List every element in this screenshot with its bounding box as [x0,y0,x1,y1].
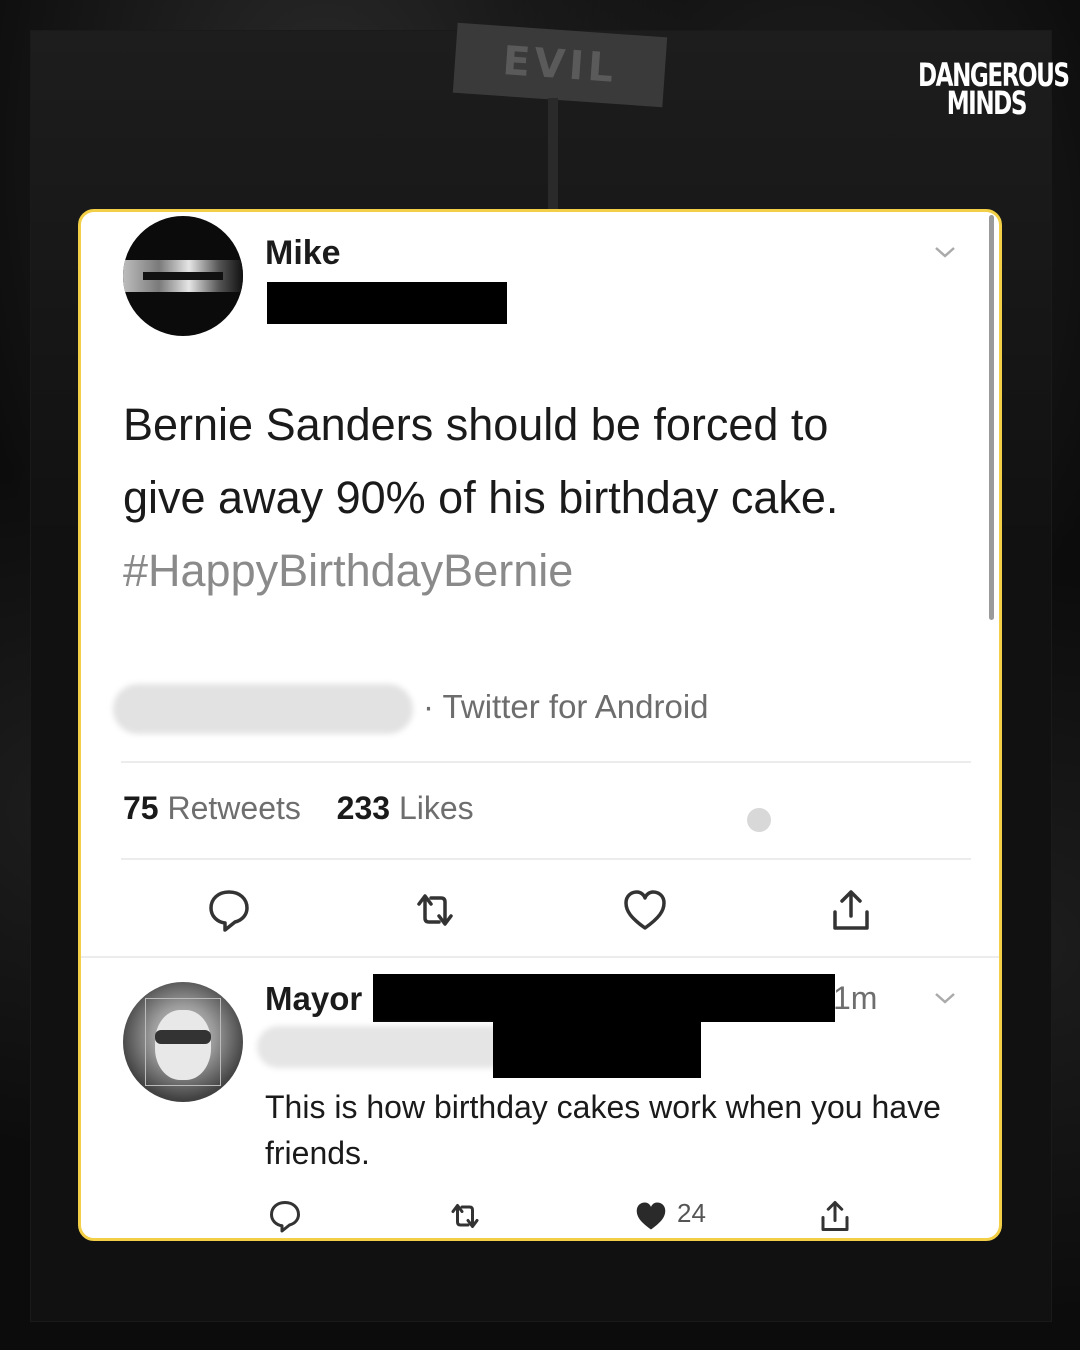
redacted-handle [267,282,507,324]
tweet-text-line-2: give away 90% of his birthday cake. [123,472,839,523]
tweet-card: Mike Bernie Sanders should be forced to … [78,209,1002,1241]
blurred-timestamp [113,684,413,734]
evil-sign: EVIL [452,22,668,108]
tweet-text-line-1: Bernie Sanders should be forced to [123,399,829,450]
like-filled-icon[interactable] [633,1198,669,1234]
redacted-name [373,974,835,1022]
divider [121,761,971,763]
reply-icon[interactable] [205,886,253,934]
avatar-photo [123,260,243,292]
share-icon[interactable] [817,1198,853,1234]
share-icon[interactable] [827,886,875,934]
reply-like-count[interactable]: 24 [677,1198,706,1229]
divider [121,858,971,860]
reply-author-name[interactable]: Mayor [265,980,362,1018]
tweet-text: Bernie Sanders should be forced to give … [123,388,943,607]
author-name[interactable]: Mike [265,234,341,273]
like-icon[interactable] [621,886,669,934]
logo-line-2: MINDS [946,83,1028,122]
reply-timestamp: 1m [833,980,878,1016]
retweets-count[interactable]: 75 [123,790,159,826]
author-avatar[interactable] [123,216,243,336]
reply-author-avatar[interactable] [123,982,243,1102]
chevron-down-icon[interactable] [933,988,957,1008]
blurred-replying-to [257,1026,511,1068]
tweet-source[interactable]: · Twitter for Android [423,688,709,726]
likes-label[interactable]: Likes [399,790,474,826]
reply-icon[interactable] [267,1198,303,1234]
sign-post [548,98,558,210]
redacted-handle [493,1018,701,1078]
tweet-stats: 75 Retweets 233 Likes [123,790,474,827]
divider [81,956,999,958]
retweet-icon[interactable] [447,1198,483,1234]
face-detect-box [145,998,221,1086]
scrollbar[interactable] [989,215,994,620]
retweets-label[interactable]: Retweets [167,790,300,826]
dangerous-minds-logo: DANGEROUS MINDS [876,59,1070,158]
reply-text: This is how birthday cakes work when you… [265,1089,941,1171]
chevron-down-icon[interactable] [933,242,957,262]
dot-marker [747,808,771,832]
retweet-icon[interactable] [411,886,459,934]
hashtag-link[interactable]: #HappyBirthdayBernie [123,534,943,607]
likes-count[interactable]: 233 [337,790,390,826]
